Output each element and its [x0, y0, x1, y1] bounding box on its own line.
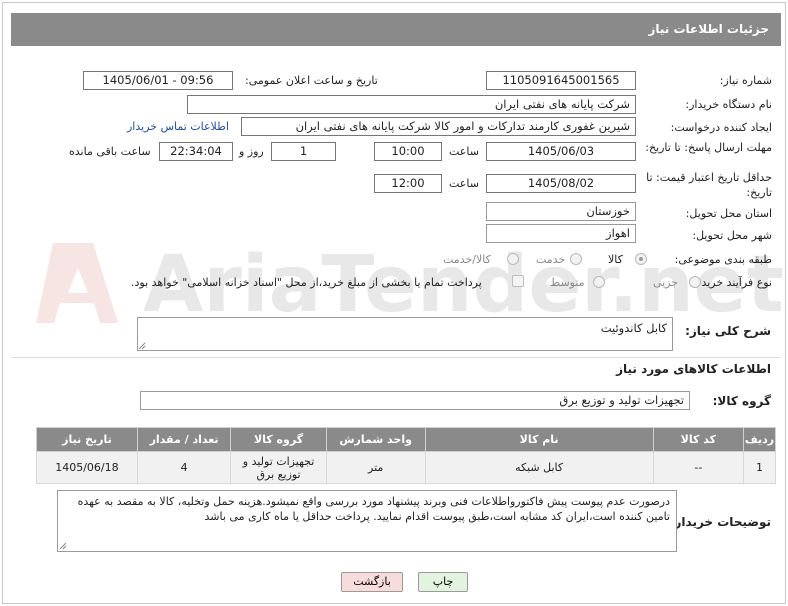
creator-field: شیرین غفوری کارمند تدارکات و امور کالا ش… [241, 117, 636, 136]
reply-time-label: ساعت [449, 145, 479, 158]
cell-unit: متر [325, 451, 426, 484]
goods-table: ردیف کد کالا نام کالا واحد شمارش گروه کا… [36, 427, 777, 484]
table-header-row: ردیف کد کالا نام کالا واحد شمارش گروه کا… [36, 427, 777, 452]
category-radio-goods[interactable] [635, 253, 647, 265]
category-option-goods-service: کالا/خدمت [443, 253, 491, 266]
days-remaining-field: 1 [271, 142, 336, 161]
reply-date-field: 1405/06/03 [486, 142, 636, 161]
price-validity-label: حداقل تاریخ اعتبار قیمت: تا تاریخ: [646, 171, 772, 199]
process-radio-minor[interactable] [689, 276, 701, 288]
buyer-notes-label: توضیحات خریدار: [669, 515, 771, 529]
price-validity-time-field: 12:00 [374, 174, 442, 193]
cell-goods-name: کابل شبکه [424, 451, 654, 484]
back-button[interactable]: بازگشت [341, 572, 403, 592]
need-details-panel: جزئیات اطلاعات نیاز AriaTender.net شماره… [2, 2, 786, 604]
need-number-label: شماره نیاز: [719, 74, 772, 87]
cell-quantity: 4 [136, 451, 232, 484]
announce-datetime-field: 1405/06/01 - 09:56 [83, 71, 233, 90]
buyer-org-field: شرکت پایانه های نفتی ایران [187, 95, 636, 114]
table-row: 1 -- کابل شبکه متر تجهیزات تولید و توزیع… [36, 451, 777, 484]
divider [11, 357, 781, 358]
cell-goods-group: تجهیزات تولید و توزیع برق [230, 451, 327, 484]
need-number-field: 1105091645001565 [486, 71, 636, 90]
category-label: طبقه بندی موضوعی: [674, 253, 772, 266]
buyer-org-label: نام دستگاه خریدار: [685, 98, 772, 111]
treasury-payment-note: پرداخت تمام یا بخشی از مبلغ خرید،از محل … [131, 276, 482, 289]
col-unit: واحد شمارش [325, 427, 426, 452]
process-radio-medium[interactable] [593, 276, 605, 288]
category-option-goods: کالا [608, 253, 623, 266]
process-type-label: نوع فرآیند خرید : [694, 276, 772, 289]
province-field: خوزستان [486, 202, 636, 221]
page-header: جزئیات اطلاعات نیاز [11, 13, 781, 46]
cell-need-date: 1405/06/18 [36, 451, 138, 484]
col-need-date: تاریخ نیاز [36, 427, 138, 452]
city-field: اهواز [486, 224, 636, 243]
category-radio-service[interactable] [570, 253, 582, 265]
cell-goods-code: -- [652, 451, 744, 484]
creator-label: ایجاد کننده درخواست: [670, 121, 772, 134]
goods-info-heading: اطلاعات کالاهای مورد نیاز [616, 362, 771, 376]
treasury-payment-checkbox[interactable] [512, 275, 524, 287]
process-option-minor: جزیی [653, 276, 679, 289]
remaining-time-label: ساعت باقی مانده [69, 145, 151, 158]
reply-deadline-label: مهلت ارسال پاسخ: تا تاریخ: [645, 141, 772, 154]
announce-datetime-label: تاریخ و ساعت اعلان عمومی: [245, 74, 378, 87]
goods-group-field: تجهیزات تولید و توزیع برق [140, 391, 690, 410]
reply-time-field: 10:00 [374, 142, 442, 161]
cell-row: 1 [742, 451, 777, 484]
province-label: استان محل تحویل: [685, 207, 772, 220]
price-validity-date-field: 1405/08/02 [486, 174, 636, 193]
col-goods-group: گروه کالا [230, 427, 327, 452]
col-goods-code: کد کالا [652, 427, 744, 452]
col-quantity: تعداد / مقدار [136, 427, 232, 452]
category-radio-goods-service[interactable] [507, 253, 519, 265]
page-title: جزئیات اطلاعات نیاز [648, 22, 769, 36]
col-goods-name: نام کالا [424, 427, 654, 452]
resize-handle-icon[interactable] [138, 342, 146, 350]
category-option-service: خدمت [536, 253, 566, 266]
resize-handle-icon[interactable] [59, 542, 67, 550]
process-option-medium: متوسط [550, 276, 585, 289]
col-row: ردیف [742, 427, 777, 452]
description-field: کابل کاندوئیت [137, 317, 673, 351]
print-button[interactable]: چاپ [418, 572, 468, 592]
description-label: شرح کلی نیاز: [685, 324, 771, 338]
buyer-contact-link[interactable]: اطلاعات تماس خریدار [127, 120, 229, 133]
goods-group-label: گروه کالا: [712, 394, 771, 408]
city-label: شهر محل تحویل: [692, 229, 772, 242]
price-time-label: ساعت [449, 177, 479, 190]
days-label: روز و [239, 145, 264, 158]
remaining-time-field: 22:34:04 [159, 142, 233, 161]
buyer-notes-field: درصورت عدم پیوست پیش فاکتورواطلاعات فنی … [57, 490, 677, 552]
